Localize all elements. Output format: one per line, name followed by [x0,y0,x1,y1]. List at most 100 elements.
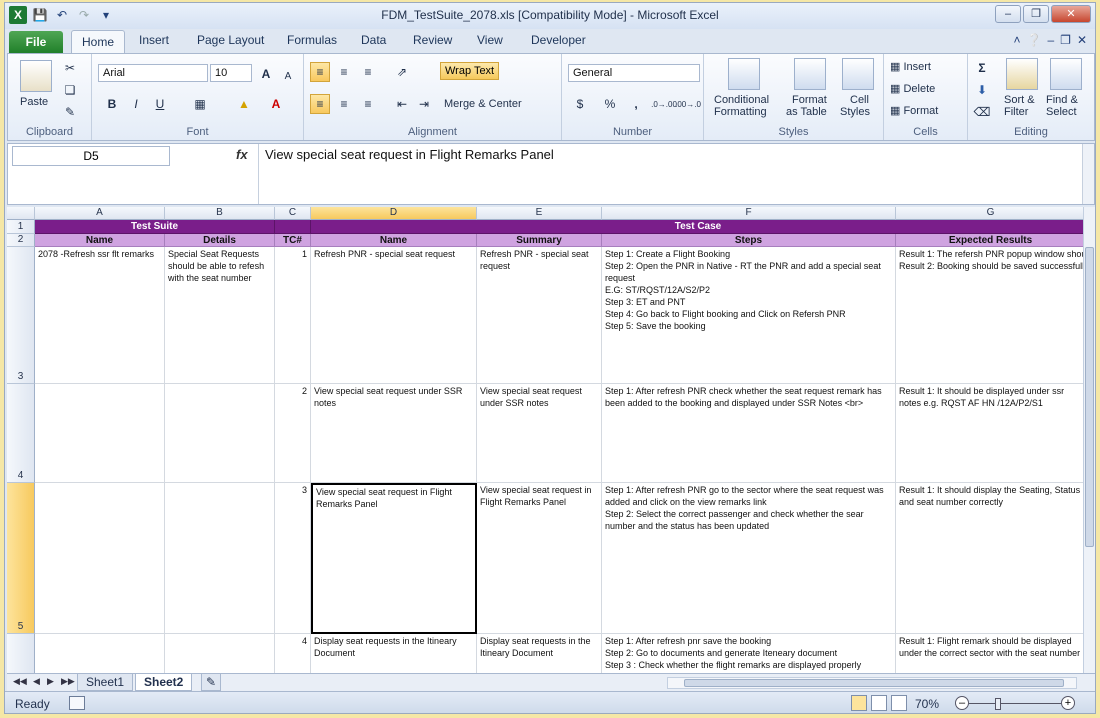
cell-e4[interactable]: View special seat request under SSR note… [477,384,602,483]
italic-button[interactable]: I [126,94,146,114]
help-icon[interactable]: ❔ [1027,33,1042,47]
header-name-a[interactable]: Name [35,234,165,247]
cell-e5[interactable]: View special seat request in Flight Rema… [477,483,602,634]
tab-formulas[interactable]: Formulas [287,33,337,47]
insert-function-button[interactable]: fx [236,147,248,162]
orientation-icon[interactable]: ⇗ [392,62,412,82]
worksheet-grid[interactable]: A B C D E F G 1 2 3 4 5 Test Suite Test … [7,207,1083,673]
page-break-view-icon[interactable] [891,695,907,711]
first-sheet-icon[interactable]: ◀◀ [13,676,27,687]
collapse-ribbon-icon[interactable]: ˄ [1014,33,1021,47]
zoom-in-icon[interactable]: + [1061,696,1075,710]
find-select-line2[interactable]: Select [1046,106,1077,118]
zoom-knob[interactable] [995,698,1001,710]
percent-button[interactable]: % [600,94,620,114]
cell-f3[interactable]: Step 1: Create a Flight Booking Step 2: … [602,247,896,384]
paste-button[interactable]: Paste [20,96,48,108]
restore-button[interactable]: ❐ [1023,5,1049,23]
tab-page-layout[interactable]: Page Layout [197,33,264,47]
align-center-icon[interactable]: ≡ [334,94,354,114]
test-case-header[interactable]: Test Case [311,220,1083,234]
cell-f4[interactable]: Step 1: After refresh PNR check whether … [602,384,896,483]
header-steps[interactable]: Steps [602,234,896,247]
currency-icon[interactable]: $ [570,94,590,114]
header-tc-number[interactable]: TC# [275,234,311,247]
cell-c6[interactable]: 4 [275,634,311,673]
bold-button[interactable]: B [102,94,122,114]
vertical-scrollbar[interactable] [1083,207,1095,673]
prev-sheet-icon[interactable]: ◀ [33,676,40,687]
cell-a6[interactable] [35,634,165,673]
merge-center-button[interactable]: Merge & Center [444,98,522,110]
cell-f5[interactable]: Step 1: After refresh PNR go to the sect… [602,483,896,634]
cell-c3[interactable]: 1 [275,247,311,384]
row-header-2[interactable]: 2 [7,234,35,247]
cell-b4[interactable] [165,384,275,483]
row-header-6[interactable] [7,634,35,673]
sheet-tab-sheet2[interactable]: Sheet2 [135,674,193,691]
cell-g5[interactable]: Result 1: It should display the Seating,… [896,483,1083,634]
copy-icon[interactable]: ❏ [60,80,80,100]
font-color-button[interactable]: A [266,94,286,114]
number-format-select[interactable]: General [568,64,700,82]
cell-b6[interactable] [165,634,275,673]
fill-icon[interactable]: ⬇ [972,80,992,100]
tab-review[interactable]: Review [413,33,452,47]
find-select-line1[interactable]: Find & [1046,94,1078,106]
delete-cells-button[interactable]: ▦ Delete [890,82,935,95]
clear-icon[interactable]: ⌫ [972,102,992,122]
align-top-icon[interactable]: ≡ [310,62,330,82]
font-name-select[interactable]: Arial [98,64,208,82]
zoom-out-icon[interactable]: – [955,696,969,710]
tab-home[interactable]: Home [71,30,125,53]
conditional-formatting-icon[interactable] [728,58,760,90]
insert-sheet-icon[interactable]: ✎ [201,674,222,691]
conditional-formatting-line1[interactable]: Conditional [714,94,769,106]
format-as-table-line2[interactable]: as Table [786,106,827,118]
cell-b3[interactable]: Special Seat Requests should be able to … [165,247,275,384]
cell-d3[interactable]: Refresh PNR - special seat request [311,247,477,384]
cell-d4[interactable]: View special seat request under SSR note… [311,384,477,483]
cell-c5[interactable]: 3 [275,483,311,634]
format-cells-button[interactable]: ▦ Format [890,104,938,117]
align-middle-icon[interactable]: ≡ [334,62,354,82]
cell-g4[interactable]: Result 1: It should be displayed under s… [896,384,1083,483]
header-summary[interactable]: Summary [477,234,602,247]
cell-a3[interactable]: 2078 -Refresh ssr flt remarks [35,247,165,384]
last-sheet-icon[interactable]: ▶▶ [61,676,75,687]
decrease-decimal-button[interactable]: .00→.0 [675,94,701,114]
increase-indent-icon[interactable]: ⇥ [414,94,434,114]
align-left-icon[interactable]: ≡ [310,94,330,114]
align-right-icon[interactable]: ≡ [358,94,378,114]
column-header-a[interactable]: A [35,207,165,220]
close-workbook-icon[interactable]: ✕ [1077,33,1087,47]
fill-color-icon[interactable]: ▲ [234,94,254,114]
formula-input[interactable]: View special seat request in Flight Rema… [258,144,1084,204]
tab-insert[interactable]: Insert [139,33,169,47]
name-box[interactable]: D5 [12,146,170,166]
horizontal-scrollbar[interactable] [667,677,1077,689]
header-expected-results[interactable]: Expected Results [896,234,1083,247]
zoom-slider[interactable]: – + [955,696,1075,712]
row-header-3[interactable]: 3 [7,247,35,384]
format-painter-icon[interactable]: ✎ [60,102,80,122]
column-header-c[interactable]: C [275,207,311,220]
cell-a4[interactable] [35,384,165,483]
cell-c4[interactable]: 2 [275,384,311,483]
horizontal-scroll-thumb[interactable] [684,679,1064,687]
sort-filter-icon[interactable] [1006,58,1038,90]
column-header-f[interactable]: F [602,207,896,220]
cell-styles-icon[interactable] [842,58,874,90]
decrease-indent-icon[interactable]: ⇤ [392,94,412,114]
column-header-g[interactable]: G [896,207,1083,220]
cell-a5[interactable] [35,483,165,634]
zoom-level[interactable]: 70% [915,697,939,711]
increase-decimal-button[interactable]: .0→.00 [651,94,677,114]
row-header-4[interactable]: 4 [7,384,35,483]
sort-filter-line2[interactable]: Filter [1004,106,1028,118]
shrink-font-button[interactable]: A [278,66,298,86]
tab-view[interactable]: View [477,33,503,47]
cell-styles-line1[interactable]: Cell [850,94,869,106]
insert-cells-button[interactable]: ▦ Insert [890,60,931,73]
test-suite-header[interactable]: Test Suite [35,220,275,234]
